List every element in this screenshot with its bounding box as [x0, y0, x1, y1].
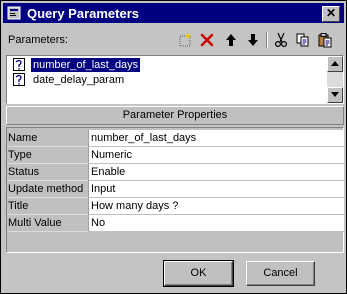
property-value-title[interactable]: How many days ?: [88, 198, 344, 215]
parameter-icon: [13, 58, 26, 71]
parameters-toolbar: [175, 30, 343, 50]
property-label: Multi Value: [7, 215, 88, 232]
query-parameters-dialog: Query Parameters ✕ Parameters: number_of…: [0, 0, 347, 294]
property-label: Update method: [7, 181, 88, 198]
cut-button[interactable]: [271, 30, 291, 50]
property-value-name[interactable]: number_of_last_days: [88, 130, 344, 147]
move-up-button[interactable]: [221, 30, 241, 50]
parameter-icon: [13, 73, 26, 86]
list-item-label: date_delay_param: [33, 74, 125, 86]
property-label: Type: [7, 147, 88, 164]
move-up-icon: [226, 34, 236, 46]
parameter-properties-header: Parameter Properties: [6, 106, 344, 125]
copy-button[interactable]: [293, 30, 313, 50]
close-icon: ✕: [325, 6, 337, 20]
property-label: Name: [7, 130, 88, 147]
ok-button[interactable]: OK: [163, 260, 234, 287]
scroll-up-button[interactable]: [327, 56, 343, 72]
properties-grid: Name number_of_last_days Type Numeric St…: [6, 127, 344, 253]
window-title: Query Parameters: [27, 6, 140, 21]
cut-icon: [274, 32, 288, 48]
cancel-button[interactable]: Cancel: [246, 261, 315, 286]
parameters-scrollbar[interactable]: [327, 56, 343, 103]
property-value-status[interactable]: Enable: [88, 164, 344, 181]
app-icon: [7, 6, 21, 20]
paste-button[interactable]: [315, 30, 335, 50]
title-bar[interactable]: Query Parameters ✕: [3, 3, 344, 23]
scroll-down-icon: [331, 92, 339, 97]
new-parameter-button[interactable]: [175, 30, 195, 50]
move-down-icon: [248, 34, 258, 46]
property-row-status: Status Enable: [7, 164, 344, 181]
property-label: Status: [7, 164, 88, 181]
property-value-update-method[interactable]: Input: [88, 181, 344, 198]
paste-icon: [318, 33, 332, 48]
parameters-label: Parameters:: [8, 34, 68, 46]
property-value-type[interactable]: Numeric: [88, 147, 344, 164]
list-item[interactable]: number_of_last_days: [11, 57, 321, 73]
new-icon: [179, 33, 191, 47]
close-button[interactable]: ✕: [322, 6, 340, 22]
copy-icon: [296, 33, 309, 47]
property-row-title: Title How many days ?: [7, 198, 344, 215]
parameters-list[interactable]: number_of_last_days date_delay_param: [6, 55, 344, 104]
delete-parameter-button[interactable]: [197, 30, 217, 50]
property-value-multi-value[interactable]: No: [88, 215, 344, 232]
property-label: Title: [7, 198, 88, 215]
list-item-label: number_of_last_days: [29, 57, 142, 73]
scroll-down-button[interactable]: [327, 87, 343, 103]
property-row-name: Name number_of_last_days: [7, 130, 344, 147]
delete-icon: [200, 33, 214, 47]
move-down-button[interactable]: [243, 30, 263, 50]
property-row-type: Type Numeric: [7, 147, 344, 164]
list-item[interactable]: date_delay_param: [11, 73, 321, 87]
toolbar-separator: [266, 32, 268, 48]
property-row-multi-value: Multi Value No: [7, 215, 344, 232]
scroll-up-icon: [331, 61, 339, 66]
property-row-update-method: Update method Input: [7, 181, 344, 198]
